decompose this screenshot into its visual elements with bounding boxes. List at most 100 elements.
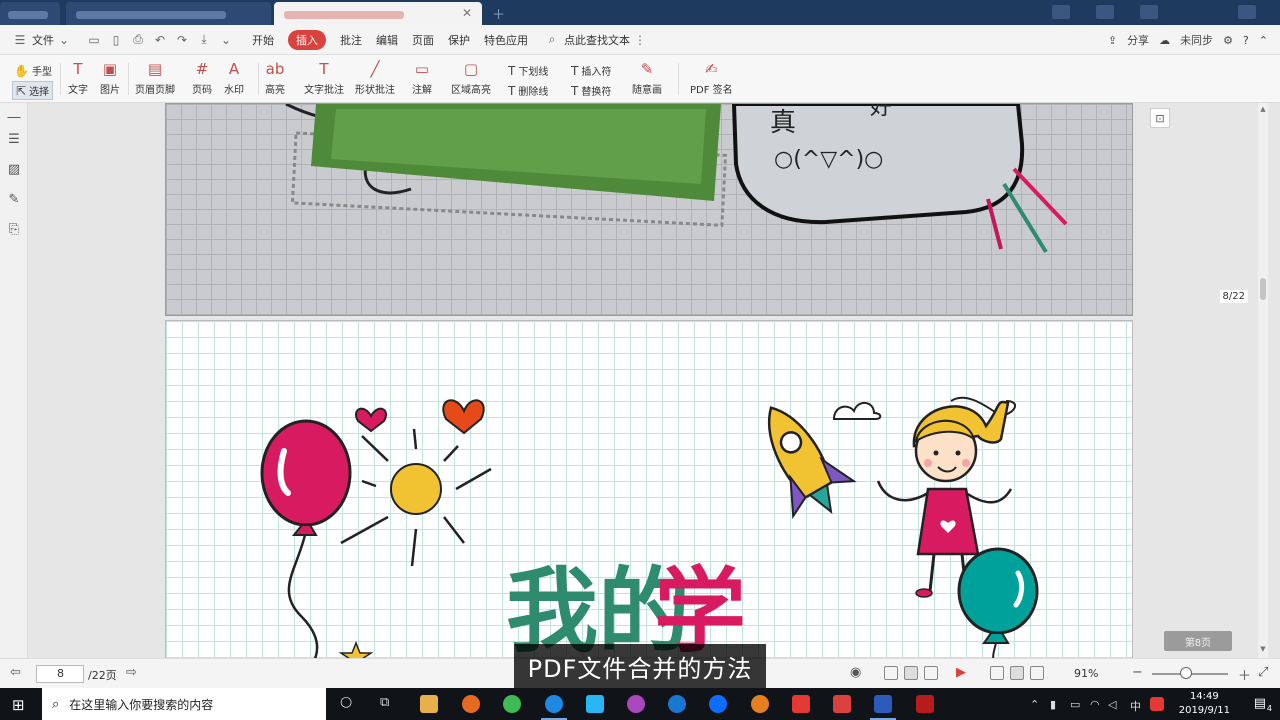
zoom-out-icon[interactable]: − (1132, 665, 1143, 680)
zoom-slider-knob[interactable] (1180, 667, 1192, 679)
tray-expand-icon[interactable]: ⌃ (1030, 698, 1039, 711)
cortana-icon[interactable]: ○ (340, 694, 352, 710)
tab-start[interactable]: 开始 (252, 32, 274, 48)
eye-icon[interactable]: ◉ (850, 665, 861, 680)
strikethrough-button[interactable]: T 删除线 (508, 83, 548, 99)
battery-icon[interactable]: ▭ (1070, 698, 1080, 711)
export-icon[interactable]: ⤓ (196, 32, 212, 48)
shape-annotation-button[interactable]: ╱ 形状批注 (355, 59, 395, 96)
acrobat-icon[interactable] (916, 695, 934, 713)
windows-start-icon[interactable]: ⊞ (12, 696, 25, 714)
task-view-icon[interactable]: ⧉ (380, 695, 389, 710)
replace-char-button[interactable]: T 替换符 (571, 83, 611, 99)
chrome-icon[interactable] (503, 695, 521, 713)
document-viewport[interactable]: 真 好 ○(^▽^)○ 我的 学 ⊡ 8/22 第8页 ▲ ▼ (28, 103, 1268, 658)
chevron-down-icon[interactable]: ⌄ (56, 32, 72, 48)
scrollbar-thumb[interactable] (1260, 278, 1266, 300)
browser-tab[interactable] (66, 2, 271, 25)
insert-image-button[interactable]: ▣ 图片 (100, 59, 120, 96)
window-control[interactable] (1238, 5, 1256, 19)
single-page-view-icon[interactable] (884, 666, 898, 680)
wps-pdf-icon[interactable] (833, 695, 851, 713)
folder-icon[interactable]: ▭ (86, 32, 102, 48)
tab-protect[interactable]: 保护 (448, 32, 470, 48)
save-icon[interactable]: ▯ (108, 32, 124, 48)
underline-button[interactable]: T 下划线 (508, 63, 548, 79)
area-highlight-button[interactable]: ▢ 区域高亮 (451, 59, 491, 96)
find-text-button[interactable]: 点此查找文本 (564, 32, 630, 48)
firefox-icon[interactable] (462, 695, 480, 713)
tab-annotate[interactable]: 批注 (340, 32, 362, 48)
scroll-up-icon[interactable]: ▲ (1258, 105, 1268, 115)
undo-icon[interactable]: ↶ (152, 32, 168, 48)
tab-features[interactable]: 特色应用 (484, 32, 528, 48)
page-number-input[interactable]: 8 (36, 665, 84, 683)
annotation-icon[interactable]: ✎ (6, 191, 22, 207)
wps-icon[interactable] (792, 695, 810, 713)
scroll-down-icon[interactable]: ▼ (1258, 645, 1268, 655)
browser-icon[interactable] (541, 695, 567, 720)
file-explorer-icon[interactable] (420, 695, 438, 713)
select-tool[interactable]: ⇱ 选择 (12, 81, 54, 100)
redo-icon[interactable]: ↷ (174, 32, 190, 48)
browser-tab-active[interactable]: ✕ (274, 2, 482, 25)
page-number-button[interactable]: # 页码 (192, 59, 212, 96)
zoom-in-icon[interactable]: ＋ (1238, 665, 1251, 684)
play-icon[interactable]: ▶ (956, 665, 966, 680)
menu-icon[interactable]: ― (6, 109, 22, 125)
collapse-icon[interactable]: ⌃ (1259, 34, 1268, 47)
zoom-level[interactable]: 91% (1074, 667, 1098, 680)
new-tab-icon[interactable]: ＋ (492, 4, 505, 23)
header-footer-button[interactable]: ▤ 页眉页脚 (135, 59, 175, 96)
tab-edit[interactable]: 编辑 (376, 32, 398, 48)
outline-icon[interactable]: ☰ (6, 131, 22, 147)
window-control[interactable] (1096, 5, 1114, 19)
volume-icon[interactable]: ◁ (1108, 698, 1116, 711)
share-button[interactable]: 分享 (1127, 32, 1149, 48)
pdf-sign-button[interactable]: ✍ PDF 签名 (690, 59, 733, 96)
actual-size-icon[interactable] (1030, 666, 1044, 680)
taskbar-clock[interactable]: 14:49 2019/9/11 (1179, 690, 1230, 718)
hamburger-icon[interactable]: ☰ (12, 32, 28, 48)
highlight-button[interactable]: ab 高亮 (265, 59, 285, 96)
help-icon[interactable]: ? (1243, 34, 1249, 47)
browser-tab[interactable] (0, 2, 60, 25)
next-page-icon[interactable]: ⇨ (126, 665, 137, 680)
wps-tray-icon[interactable] (1150, 697, 1164, 711)
fit-page-icon[interactable] (1010, 666, 1024, 680)
wps-writer-icon[interactable] (870, 695, 896, 720)
watermark-button[interactable]: A 水印 (224, 59, 244, 96)
text-annotation-button[interactable]: T 文字批注 (304, 59, 344, 96)
vertical-scrollbar[interactable]: ▲ ▼ (1258, 103, 1268, 658)
print-icon[interactable]: ⎙ (130, 32, 146, 48)
sync-status[interactable]: 未同步 (1180, 32, 1213, 48)
hand-tool[interactable]: ✋ 手型 (14, 63, 52, 79)
cloud-icon[interactable]: ☁ (1159, 34, 1170, 47)
attachment-icon[interactable]: ⎘ (6, 221, 22, 237)
ime-indicator[interactable]: 中 (1130, 698, 1141, 714)
media-icon[interactable] (627, 695, 645, 713)
tab-page[interactable]: 页面 (412, 32, 434, 48)
fullscreen-icon[interactable]: ⤢ (1258, 665, 1268, 680)
window-control[interactable] (1052, 5, 1070, 19)
app-icon[interactable] (586, 695, 604, 713)
crop-tool-icon[interactable]: ⊡ (1150, 108, 1170, 128)
notification-icon[interactable]: ▤ (1254, 696, 1266, 711)
usb-icon[interactable]: ▮ (1050, 698, 1056, 711)
ie-icon[interactable] (668, 695, 686, 713)
two-page-view-icon[interactable] (924, 666, 938, 680)
edge-icon[interactable] (709, 695, 727, 713)
app-icon[interactable] (751, 695, 769, 713)
share-icon[interactable]: ⇪ (1108, 34, 1117, 47)
window-control[interactable] (1140, 5, 1158, 19)
insert-char-button[interactable]: T 插入符 (571, 63, 611, 79)
note-button[interactable]: ▭ 注解 (412, 59, 432, 96)
thumbnail-icon[interactable]: ▨ (6, 161, 22, 177)
gear-icon[interactable]: ⚙ (1223, 34, 1233, 47)
more-options-icon[interactable]: ⋮ (632, 32, 648, 48)
prev-page-icon[interactable]: ⇦ (10, 665, 21, 680)
fit-width-icon[interactable] (990, 666, 1004, 680)
close-icon[interactable]: ✕ (462, 6, 472, 20)
file-menu[interactable]: 文件 (32, 32, 54, 48)
insert-text-button[interactable]: T 文字 (68, 59, 88, 96)
